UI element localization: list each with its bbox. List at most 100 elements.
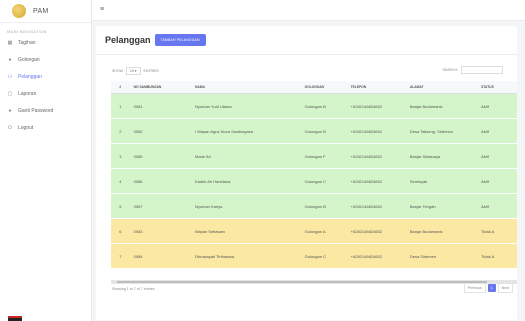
table-row[interactable]: 6 0083 Wayan Setiawan Golongan A +628214… [111,219,517,244]
cell-telepon: +6282146824652 [346,244,406,269]
show-entries-control: SHOW 10 ▾ ENTRIES [112,67,159,75]
circle-icon: ● [8,56,12,63]
cell-nama: Nyoman Yudi Utama [191,94,301,119]
page-title: Pelanggan [105,35,151,45]
column-header-alamat[interactable]: ALAMAT [405,81,478,94]
sidebar-item-label: Golongan [18,56,40,63]
cell-alamat: Banjar Tengah [405,194,478,219]
cell-status: Tidak A [477,244,517,269]
table-row[interactable]: 1 0081 Nyoman Yudi Utama Golongan B +628… [111,94,517,119]
sidebar-item-pelanggan[interactable]: ⚇ Pelanggan [0,68,91,85]
sidebar: PAM MAIN NAVIGATION ▦ Tagihan ● Golongan… [0,0,92,321]
taskbar-icon [8,316,22,321]
cell-number: 7 [111,244,130,269]
cell-telepon: +6282146824652 [346,169,406,194]
cell-nama: Kadek Ari Harsitana [191,169,301,194]
horizontal-scrollbar[interactable] [111,280,517,284]
column-header-nama[interactable]: NAMA [191,81,301,94]
search-label: SEARCH: [442,68,458,72]
cell-status: Aktif [477,194,517,219]
cell-number: 2 [111,119,130,144]
sidebar-item-label: Laporan [18,90,37,97]
cell-status: Aktif [477,144,517,169]
cell-alamat: Seminyak [405,169,478,194]
cell-nama: Dhruwayati Tirthasiwa [191,244,301,269]
cell-golongan: Golongan C [300,169,347,194]
column-header-number[interactable]: # [111,81,130,94]
cell-nama: Made Ari [191,144,301,169]
cell-number: 5 [111,194,130,219]
cell-alamat: Desa Taliseng, Sidemen [405,119,478,144]
cell-no-sambungan: 0083 [129,219,191,244]
cell-status: Aktif [477,119,517,144]
entries-select-value: 10 [129,69,134,73]
cell-alamat: Banjar Budamanis [405,94,478,119]
key-icon: ● [8,107,12,114]
cell-number: 6 [111,219,130,244]
cell-alamat: Desa Sidemen [405,244,478,269]
sidebar-item-label: Logout [18,124,34,131]
cell-golongan: Golongan A [300,219,347,244]
cell-nama: Nyoman Kariya [191,194,301,219]
sidebar-item-label: Tagihan [18,39,36,46]
brand[interactable]: PAM [0,0,91,23]
chevron-down-icon: ▾ [134,69,137,73]
scrollbar-thumb[interactable] [117,281,487,283]
pagination: Previous 1 Next [463,283,513,293]
cell-nama: Wayan Setiawan [191,219,301,244]
cell-alamat: Banjar Budamanis [405,219,478,244]
cell-golongan: Golongan B [300,94,347,119]
cell-number: 4 [111,169,130,194]
cell-nama: I Wayan Agus Nova Swatnayasa [191,119,301,144]
table-row[interactable]: 5 0087 Nyoman Kariya Golongan B +6282146… [111,194,517,219]
cell-no-sambungan: 0087 [129,194,191,219]
logo-icon [12,4,26,18]
sidebar-item-ganti-password[interactable]: ● Ganti Password [0,102,91,119]
brand-name: PAM [33,7,49,15]
card-header: Pelanggan TAMBAH PELANGGAN [105,34,206,46]
cell-golongan: Golongan F [300,144,347,169]
cell-no-sambungan: 0081 [129,94,191,119]
entries-label: ENTRIES [143,69,159,73]
page-1-button[interactable]: 1 [487,284,496,292]
document-icon: ▢ [7,90,13,97]
sidebar-item-logout[interactable]: ⏻ Logout [0,119,91,136]
add-customer-button[interactable]: TAMBAH PELANGGAN [154,34,206,46]
cell-status: Aktif [477,169,517,194]
table-row[interactable]: 7 0084 Dhruwayati Tirthasiwa Golongan C … [111,244,517,269]
table-icon: ▦ [7,39,13,46]
search-input[interactable] [461,66,503,74]
table-row[interactable]: 4 0086 Kadek Ari Harsitana Golongan C +6… [111,169,517,194]
cell-telepon: +6282146824652 [346,194,406,219]
cell-telepon: +6282146824652 [346,219,406,244]
sidebar-item-label: Ganti Password [18,107,54,114]
column-header-no-sambungan[interactable]: NO SAMBUNGAN [129,81,191,94]
power-icon: ⏻ [8,124,12,131]
next-page-button[interactable]: Next [497,283,513,293]
hamburger-icon[interactable]: ≡ [100,6,104,13]
cell-telepon: +6282146824652 [346,144,406,169]
column-header-golongan[interactable]: GOLONGAN [300,81,347,94]
entries-info: Showing 1 to 7 of 7 entries [112,287,155,291]
customer-table-wrap: # NO SAMBUNGAN NAMA GOLONGAN TELEPON ALA… [111,81,517,276]
topbar: ≡ [92,0,525,21]
cell-no-sambungan: 0086 [129,169,191,194]
entries-select[interactable]: 10 ▾ [125,67,141,75]
sidebar-item-golongan[interactable]: ● Golongan [0,51,91,68]
cell-status: Tidak A [477,219,517,244]
sidebar-item-laporan[interactable]: ▢ Laporan [0,85,91,102]
cell-golongan: Golongan C [300,244,347,269]
column-header-telepon[interactable]: TELEPON [346,81,406,94]
sidebar-item-tagihan[interactable]: ▦ Tagihan [0,34,91,51]
cell-number: 3 [111,144,130,169]
search-control: SEARCH: [442,66,503,74]
customer-table: # NO SAMBUNGAN NAMA GOLONGAN TELEPON ALA… [111,81,517,269]
previous-page-button[interactable]: Previous [463,283,486,293]
cell-golongan: Golongan B [300,194,347,219]
cell-no-sambungan: 0082 [129,119,191,144]
table-row[interactable]: 2 0082 I Wayan Agus Nova Swatnayasa Golo… [111,119,517,144]
sidebar-item-label: Pelanggan [18,73,42,80]
cell-status: Aktif [477,94,517,119]
column-header-status[interactable]: STATUS [477,81,517,94]
table-row[interactable]: 3 0085 Made Ari Golongan F +628214682465… [111,144,517,169]
